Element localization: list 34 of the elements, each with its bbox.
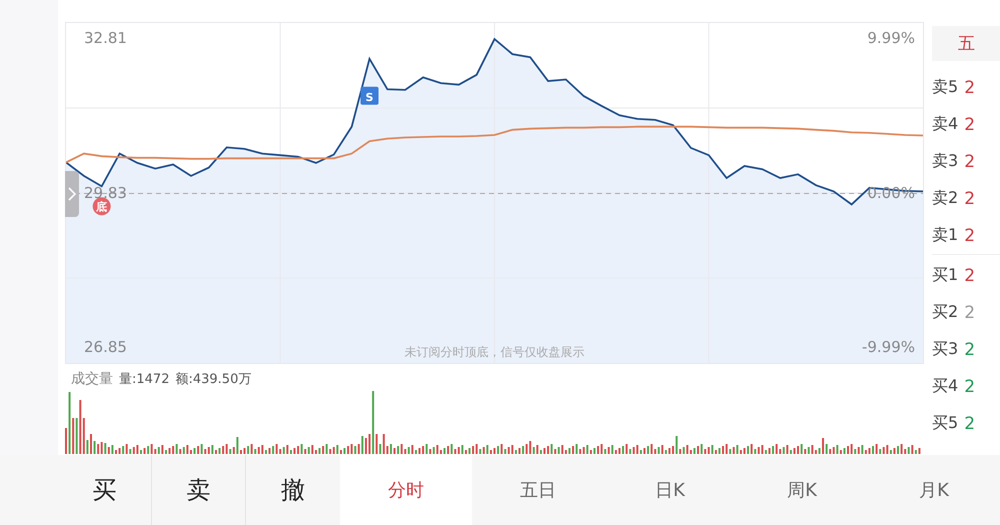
order-price: 2 [964,266,976,286]
order-price: 2 [964,78,976,98]
price-axis-label: 26.85 [84,338,127,356]
order-price: 2 [964,302,976,322]
order-level-label: 卖5 [932,77,958,98]
order-book-tab[interactable]: 五 [932,26,1000,61]
period-tab[interactable]: 分时 [340,455,472,525]
order-level-label: 卖4 [932,114,958,135]
order-price: 2 [964,414,976,434]
order-level-label: 卖3 [932,151,958,172]
order-price: 2 [964,152,976,172]
volume-quantity: 量:1472 [119,371,170,388]
order-level-label: 买1 [932,265,958,286]
order-level-label: 买3 [932,339,958,360]
volume-amount: 额:439.50万 [175,371,252,388]
order-level-label: 买5 [932,413,958,434]
signal-notice: 未订阅分时顶底，信号仅收盘展示 [404,344,584,361]
volume-title: 成交量 [71,370,113,388]
order-level-label: 卖1 [932,225,958,246]
order-level-label: 卖2 [932,188,958,209]
order-price: 2 [964,114,976,134]
order-price: 2 [964,340,976,360]
percent-axis-label: 9.99% [867,29,915,48]
bottom-signal-badge: 底 [92,197,111,216]
chevron-right-icon [68,187,76,201]
order-level-label: 买2 [932,302,958,323]
price-axis-label: 32.81 [84,29,127,48]
percent-axis-label: -9.99% [862,338,915,356]
sell-signal-badge: S [360,86,379,105]
order-price: 2 [964,188,976,208]
order-price: 2 [964,376,976,396]
order-price: 2 [964,226,976,246]
expand-handle[interactable] [65,171,79,217]
order-level-label: 买4 [932,376,958,397]
